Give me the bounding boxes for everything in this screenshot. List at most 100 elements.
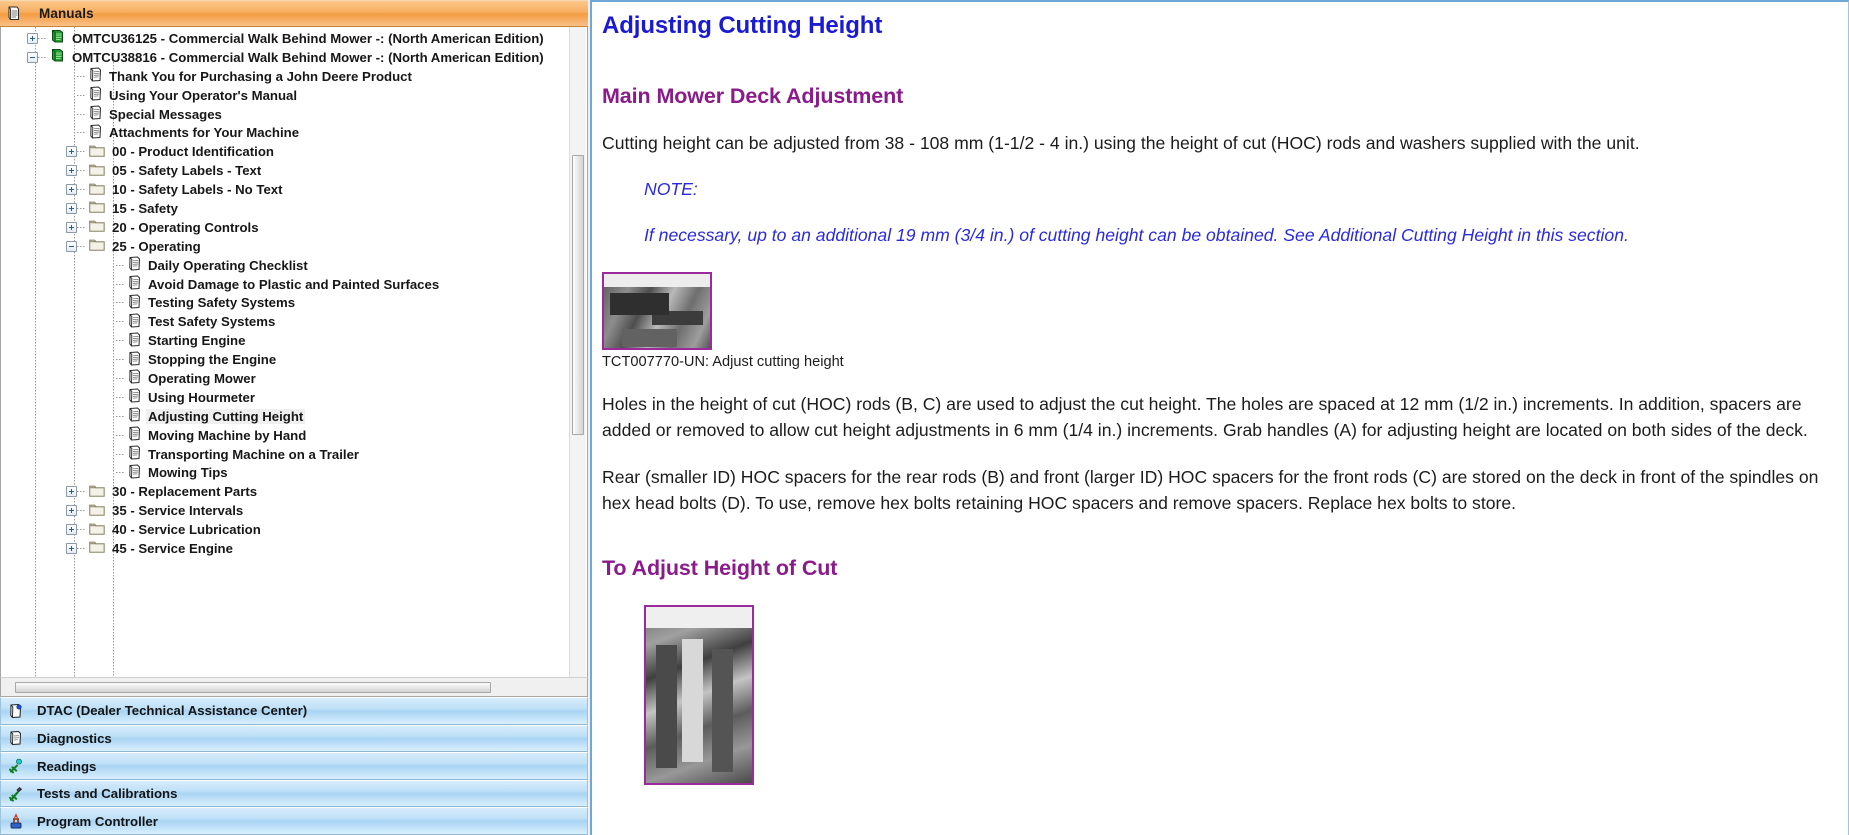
tree-connector-line <box>116 396 125 398</box>
figure-image-adjust-cutting-height[interactable] <box>602 272 712 350</box>
folder-icon <box>89 238 105 254</box>
collapse-minus-icon[interactable] <box>27 51 38 63</box>
folder-icon <box>89 484 105 500</box>
tree-item[interactable]: Adjusting Cutting Height <box>1 407 587 426</box>
note-label: NOTE: <box>644 179 698 199</box>
document-viewer-panel: Adjusting Cutting Height Main Mower Deck… <box>590 0 1849 835</box>
tree-item[interactable]: 10 - Safety Labels - No Text <box>1 180 587 199</box>
tree-item[interactable]: 20 - Operating Controls <box>1 218 587 237</box>
expand-plus-icon[interactable] <box>66 202 77 214</box>
document-icon <box>128 351 141 369</box>
collapse-minus-icon[interactable] <box>66 240 77 252</box>
tree-item[interactable]: 40 - Service Lubrication <box>1 520 587 539</box>
tree-item[interactable]: 05 - Safety Labels - Text <box>1 161 587 180</box>
tree-item[interactable]: Testing Safety Systems <box>1 293 587 312</box>
paragraph-hoc-spacer-storage: Rear (smaller ID) HOC spacers for the re… <box>602 467 1819 513</box>
tree-item-label: 25 - Operating <box>112 238 201 254</box>
tree-item[interactable]: 00 - Product Identification <box>1 142 587 161</box>
tree-item[interactable]: Test Safety Systems <box>1 312 587 331</box>
nav-item-dtac-dealer-technical-assistance-center[interactable]: DTAC (Dealer Technical Assistance Center… <box>0 697 588 725</box>
tree-item[interactable]: Mowing Tips <box>1 463 587 482</box>
accordion-header-manuals[interactable]: Manuals <box>0 0 588 27</box>
expand-plus-icon[interactable] <box>27 32 38 44</box>
tree-item[interactable]: 45 - Service Engine <box>1 539 587 558</box>
document-vertical-scrollbar[interactable] <box>592 2 596 835</box>
tests-wrench-icon <box>8 786 24 802</box>
tree-connector-line <box>77 132 86 134</box>
nav-item-program-controller[interactable]: Program Controller <box>0 807 588 835</box>
nav-item-label: Readings <box>37 758 97 774</box>
tree-item-label: Daily Operating Checklist <box>148 257 308 273</box>
expand-plus-icon[interactable] <box>66 221 77 233</box>
figure-image-height-of-cut[interactable] <box>644 605 754 785</box>
nav-item-label: Diagnostics <box>37 730 112 746</box>
green-book-icon <box>50 48 65 66</box>
tree-connector-line <box>116 415 125 417</box>
tree-connector-line <box>116 302 125 304</box>
tree-item-label: Stopping the Engine <box>148 352 277 368</box>
tree-item[interactable]: 30 - Replacement Parts <box>1 482 587 501</box>
left-navigation-panel: Manuals OMTCU36125 - Commercial Walk Beh… <box>0 0 588 835</box>
tree-connector-line <box>116 264 125 266</box>
nav-item-readings[interactable]: Readings <box>0 752 588 780</box>
tree-vertical-scrollbar[interactable] <box>569 27 586 678</box>
page-title: Adjusting Cutting Height <box>602 12 883 39</box>
tree-item[interactable]: Daily Operating Checklist <box>1 256 587 275</box>
expand-plus-icon[interactable] <box>66 486 77 498</box>
section-heading-to-adjust-height-of-cut: To Adjust Height of Cut <box>602 556 838 580</box>
tree-connector-line <box>38 56 47 58</box>
expand-plus-icon[interactable] <box>66 542 77 554</box>
tree-connector-line <box>77 113 86 115</box>
tree-item[interactable]: Avoid Damage to Plastic and Painted Surf… <box>1 275 587 294</box>
tree-scrollbar-thumb[interactable] <box>572 155 584 435</box>
tree-item[interactable]: Moving Machine by Hand <box>1 426 587 445</box>
application-window: Manuals OMTCU36125 - Commercial Walk Beh… <box>0 0 1849 835</box>
nav-item-tests-and-calibrations[interactable]: Tests and Calibrations <box>0 779 588 808</box>
tree-item[interactable]: Operating Mower <box>1 369 587 388</box>
tree-item[interactable]: 35 - Service Intervals <box>1 501 587 520</box>
program-controller-icon <box>8 813 24 829</box>
tree-hscrollbar-thumb[interactable] <box>15 682 491 694</box>
manual-book-icon <box>8 703 24 719</box>
tree-item[interactable]: 25 - Operating <box>1 237 587 256</box>
tree-item-label: 15 - Safety <box>112 200 178 216</box>
manual-tree[interactable]: OMTCU36125 - Commercial Walk Behind Mowe… <box>1 27 587 678</box>
tree-item[interactable]: Transporting Machine on a Trailer <box>1 445 587 464</box>
folder-icon <box>89 200 105 216</box>
tree-connector-line <box>77 75 86 77</box>
expand-plus-icon[interactable] <box>66 165 77 177</box>
tree-item[interactable]: OMTCU36125 - Commercial Walk Behind Mowe… <box>1 29 587 48</box>
document-icon <box>128 445 141 463</box>
tree-item[interactable]: OMTCU38816 - Commercial Walk Behind Mowe… <box>1 48 587 67</box>
document-icon <box>89 86 102 104</box>
expand-plus-icon[interactable] <box>66 505 77 517</box>
expand-plus-icon[interactable] <box>66 146 77 158</box>
nav-item-label: DTAC (Dealer Technical Assistance Center… <box>37 703 308 719</box>
tree-connector-line <box>77 547 86 549</box>
document-icon <box>128 313 141 331</box>
tree-item-label: Attachments for Your Machine <box>109 125 300 141</box>
expand-plus-icon[interactable] <box>66 524 77 536</box>
tree-item[interactable]: Using Your Operator's Manual <box>1 86 587 105</box>
tree-item[interactable]: Special Messages <box>1 105 587 124</box>
document-icon <box>128 407 141 425</box>
tree-item[interactable]: 15 - Safety <box>1 199 587 218</box>
tree-item[interactable]: Attachments for Your Machine <box>1 123 587 142</box>
tree-item-label: 05 - Safety Labels - Text <box>112 163 262 179</box>
tree-item[interactable]: Thank You for Purchasing a John Deere Pr… <box>1 67 587 86</box>
tree-horizontal-scrollbar[interactable] <box>0 677 588 698</box>
tree-connector-line <box>77 94 86 96</box>
folder-icon <box>89 522 105 538</box>
note-block: NOTE: If necessary, up to an additional … <box>644 176 1848 248</box>
document-icon <box>128 275 141 293</box>
tree-connector-line <box>116 340 125 342</box>
document-icon <box>128 332 141 350</box>
tree-item[interactable]: Starting Engine <box>1 331 587 350</box>
expand-plus-icon[interactable] <box>66 184 77 196</box>
tree-item[interactable]: Using Hourmeter <box>1 388 587 407</box>
tree-item-label: Special Messages <box>109 106 222 122</box>
tree-item-label: OMTCU36125 - Commercial Walk Behind Mowe… <box>72 30 544 46</box>
nav-item-diagnostics[interactable]: Diagnostics <box>0 724 588 753</box>
tree-connector-line <box>116 283 125 285</box>
tree-item[interactable]: Stopping the Engine <box>1 350 587 369</box>
